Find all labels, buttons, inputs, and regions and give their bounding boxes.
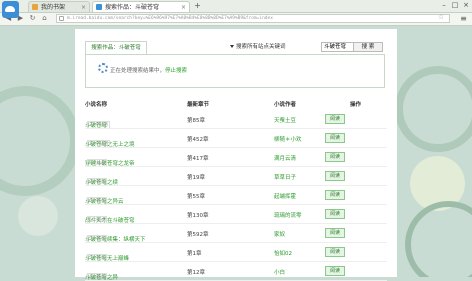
latest-chapter[interactable]: 第12章 xyxy=(187,268,205,276)
tab-bookshelf[interactable]: 我的书架 × xyxy=(28,1,90,12)
latest-chapter[interactable]: 第452章 xyxy=(187,135,209,143)
app-cloud-icon[interactable] xyxy=(2,1,19,18)
read-button[interactable]: 阅读 xyxy=(325,209,345,219)
refresh-icon[interactable]: ↻ xyxy=(28,14,37,23)
row-divider xyxy=(85,147,387,148)
search-result-tab[interactable]: 搜索作品：斗破苍穹 xyxy=(85,41,147,54)
col-header-name: 小说名称 xyxy=(85,102,108,108)
table-row: 斗破苍穹无上巅峰 5个站点 第1章 怡如02 阅读 xyxy=(75,244,397,262)
search-button[interactable]: 搜 索 xyxy=(353,42,383,52)
stop-search-link[interactable]: 停止搜索 xyxy=(165,68,187,74)
close-tab-icon[interactable]: × xyxy=(181,2,186,12)
latest-chapter[interactable]: 第417章 xyxy=(187,154,209,162)
author-link[interactable]: 小白 xyxy=(274,268,285,276)
read-button[interactable]: 阅读 xyxy=(325,171,345,181)
col-header-author: 小说作者 xyxy=(274,102,297,108)
row-divider xyxy=(85,166,387,167)
table-row: 斗破苍穹之续 8个站点 第19章 草草日子 阅读 xyxy=(75,168,397,186)
read-button[interactable]: 阅读 xyxy=(325,266,345,276)
loading-status: 正在处理搜索结果中，停止搜索 xyxy=(98,63,187,74)
latest-chapter[interactable]: 第85章 xyxy=(187,116,205,124)
table-row: 斗破苍穹之异 4个站点 第12章 小白 阅读 xyxy=(75,263,397,281)
tab-search[interactable]: 搜索作品：斗破苍穹 × xyxy=(92,1,190,12)
browser-toolbar: ◀ ▶ ↻ ⌂ m.iread.baidu.com/search?key=%E6… xyxy=(0,13,472,26)
address-bar[interactable]: m.iread.baidu.com/search?key=%E6%96%97%E… xyxy=(56,14,450,23)
read-button[interactable]: 阅读 xyxy=(325,114,345,124)
read-button[interactable]: 阅读 xyxy=(325,190,345,200)
table-row: 斗破苍穹之异云 6个站点 第55章 起端挥霍 阅读 xyxy=(75,187,397,205)
new-tab-button[interactable]: + xyxy=(193,2,202,10)
search-tab-icon xyxy=(96,4,102,10)
latest-chapter[interactable]: 第130章 xyxy=(187,211,209,219)
search-area: 搜索作品：斗破苍穹 搜索所有站点关键词 斗破苍穹 搜 索 正在处理搜索结果中，停… xyxy=(85,38,385,88)
tab-bookshelf-label: 我的书架 xyxy=(41,4,66,11)
author-link[interactable]: 草草日子 xyxy=(274,173,296,181)
author-link[interactable]: 满月云清 xyxy=(274,154,296,162)
search-scope-label: 搜索所有站点关键词 xyxy=(236,44,286,50)
loading-text: 正在处理搜索结果中， xyxy=(110,68,166,74)
table-row: 穿越斗破苍穹之龙帝 7个站点 第417章 满月云清 阅读 xyxy=(75,149,397,167)
author-link[interactable]: 怡如02 xyxy=(274,249,292,257)
decor-circle xyxy=(405,201,472,277)
author-link[interactable]: 琉璃的流零 xyxy=(274,211,302,219)
decor-circle xyxy=(0,86,80,196)
latest-chapter[interactable]: 第19章 xyxy=(187,173,205,181)
author-link[interactable]: 家奴 xyxy=(274,230,285,238)
read-button[interactable]: 阅读 xyxy=(325,247,345,257)
address-text: m.iread.baidu.com/search?key=%E6%96%97%E… xyxy=(67,16,273,21)
chevron-down-icon xyxy=(230,45,234,48)
search-scope-dropdown[interactable]: 搜索所有站点关键词 xyxy=(230,42,320,52)
menu-icon[interactable]: ≡ xyxy=(459,14,468,23)
author-link[interactable]: 起端挥霍 xyxy=(274,192,296,200)
author-link[interactable]: 柳随＊小欢 xyxy=(274,135,302,143)
window-controls: – □ × xyxy=(440,1,470,11)
latest-chapter[interactable]: 第1章 xyxy=(187,249,202,257)
table-row: 战斗天才在斗破苍穹 6个站点 第130章 琉璃的流零 阅读 xyxy=(75,206,397,224)
table-row: 斗破苍穹续集：纵横天下 5个站点 第592章 家奴 阅读 xyxy=(75,225,397,243)
close-tab-icon[interactable]: × xyxy=(81,2,86,12)
row-divider xyxy=(85,223,387,224)
col-header-action: 操作 xyxy=(350,102,362,108)
bookmark-star-icon[interactable]: ☆ xyxy=(438,13,444,21)
row-divider xyxy=(85,242,387,243)
loading-panel: 正在处理搜索结果中，停止搜索 xyxy=(85,54,385,88)
col-header-chapter: 最新章节 xyxy=(187,102,210,108)
results-table-header: 小说名称 最新章节 小说作者 操作 xyxy=(75,100,397,110)
bookshelf-tab-icon xyxy=(32,4,38,10)
row-divider xyxy=(85,204,387,205)
row-divider xyxy=(85,128,387,129)
minimize-button[interactable]: – xyxy=(440,1,448,9)
loading-spinner-icon xyxy=(98,63,108,73)
row-divider xyxy=(85,185,387,186)
table-row: 斗破苍穹之无上之境 11个站点 第452章 柳随＊小欢 阅读 xyxy=(75,130,397,148)
author-link[interactable]: 天蚕土豆 xyxy=(274,116,296,124)
read-button[interactable]: 阅读 xyxy=(325,133,345,143)
home-icon[interactable]: ⌂ xyxy=(40,14,49,23)
read-button[interactable]: 阅读 xyxy=(325,152,345,162)
table-row: 斗破苍穹 37个站点 第85章 天蚕土豆 阅读 xyxy=(75,111,397,129)
latest-chapter[interactable]: 第592章 xyxy=(187,230,209,238)
decor-circle xyxy=(18,196,58,236)
close-button[interactable]: × xyxy=(462,1,470,9)
decor-circle xyxy=(395,66,472,152)
row-divider xyxy=(85,261,387,262)
tab-search-label: 搜索作品：斗破苍穹 xyxy=(105,4,160,11)
read-button[interactable]: 阅读 xyxy=(325,228,345,238)
latest-chapter[interactable]: 第55章 xyxy=(187,192,205,200)
maximize-button[interactable]: □ xyxy=(451,1,459,9)
page-info-icon xyxy=(59,16,64,21)
